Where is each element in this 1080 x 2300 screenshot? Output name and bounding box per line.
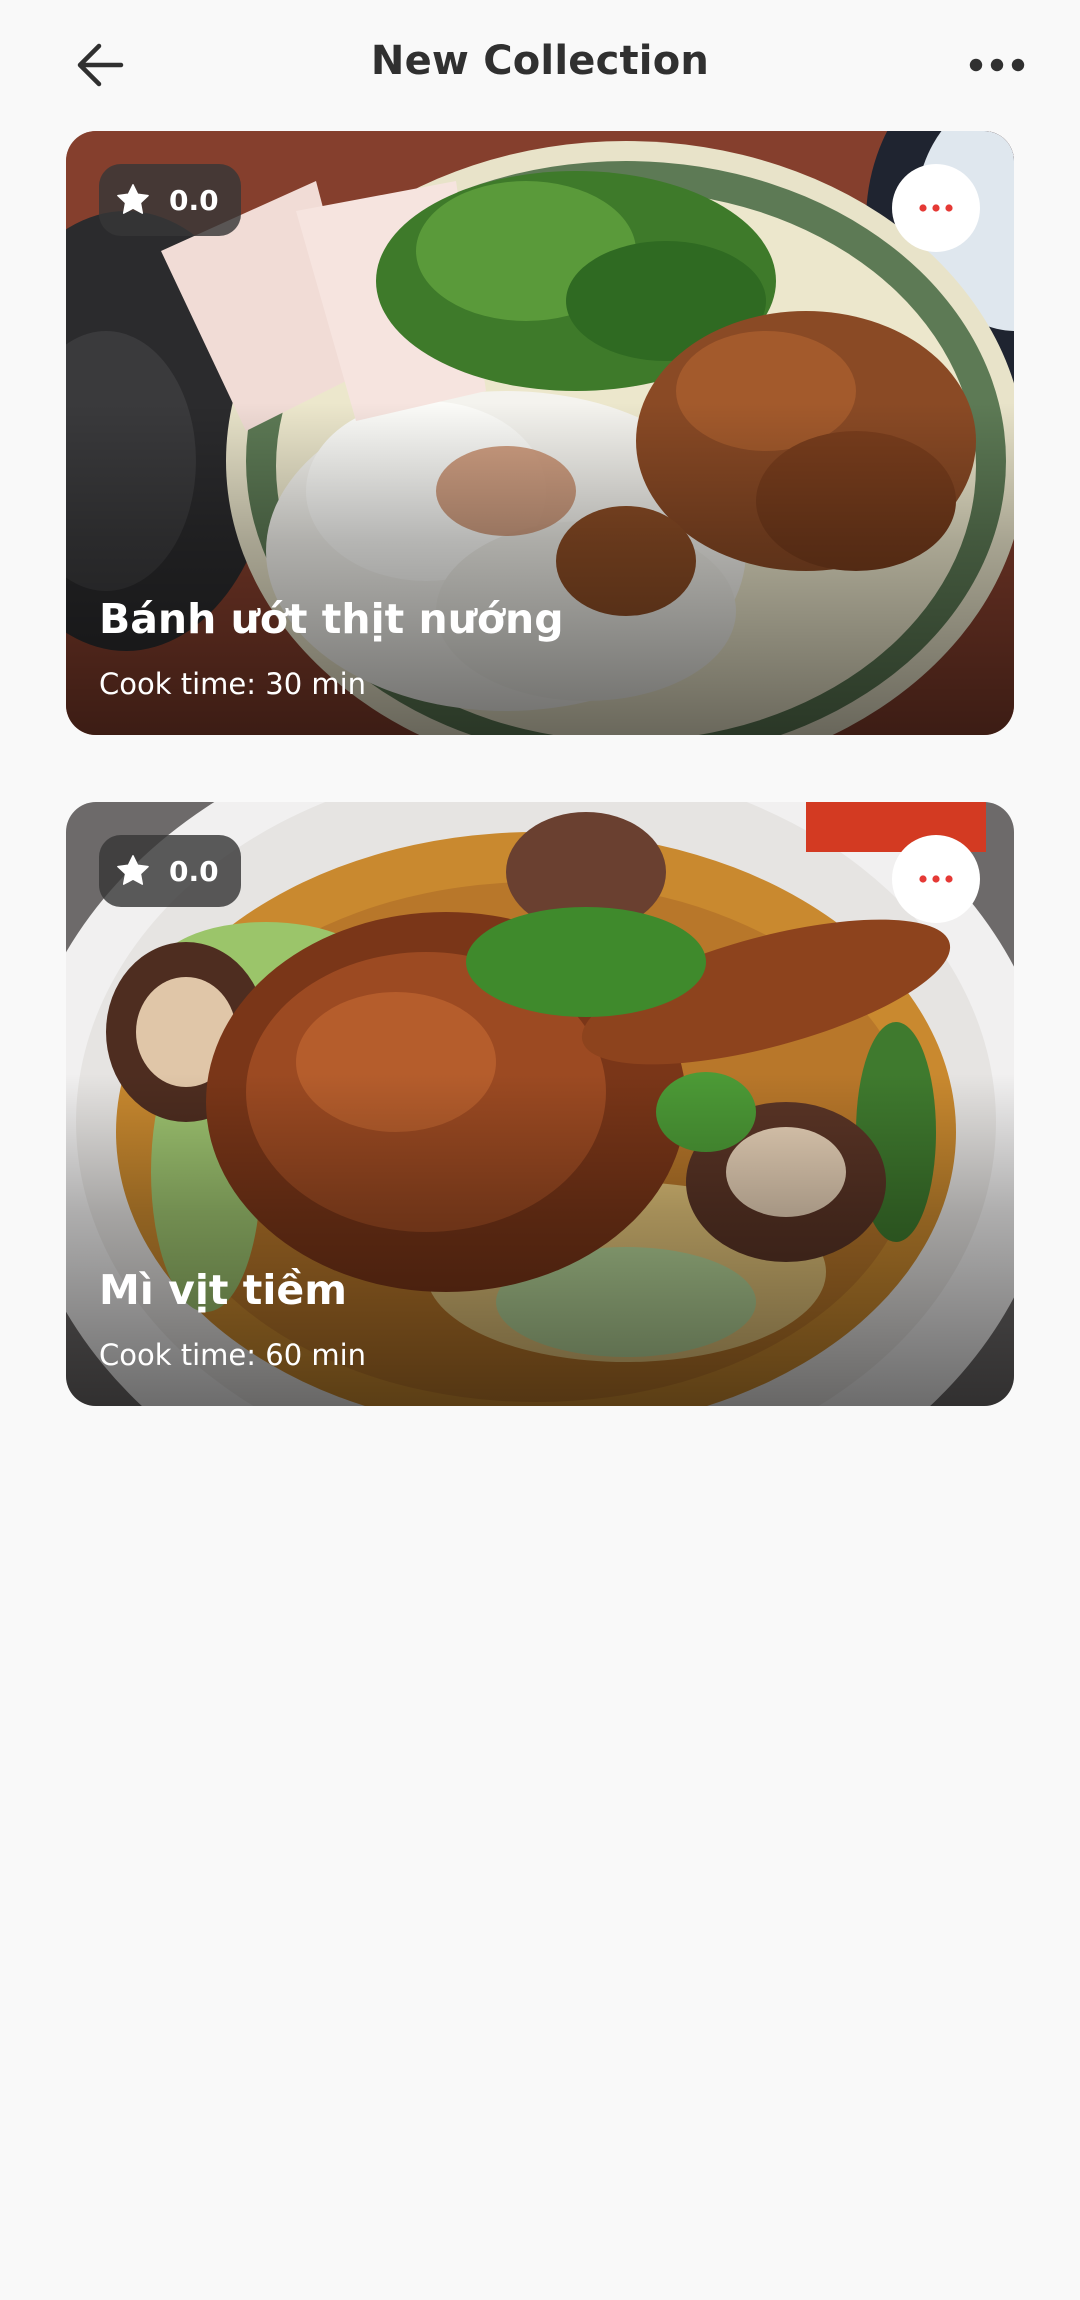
- more-horizontal-icon: [969, 58, 1025, 72]
- recipe-options-button[interactable]: [892, 835, 980, 923]
- page-title: New Collection: [370, 38, 710, 84]
- star-icon: [117, 855, 149, 885]
- top-app-bar: New Collection: [0, 0, 1080, 130]
- cook-time: Cook time: 30 min: [99, 667, 367, 701]
- recipe-name: Mì vịt tiềm: [99, 1266, 347, 1314]
- cook-time: Cook time: 60 min: [99, 1338, 367, 1372]
- more-horizontal-icon: [919, 875, 953, 883]
- more-options-button[interactable]: [958, 40, 1036, 90]
- more-horizontal-icon: [919, 204, 953, 212]
- rating-value: 0.0: [169, 854, 219, 888]
- rating-value: 0.0: [169, 183, 219, 217]
- recipe-options-button[interactable]: [892, 164, 980, 252]
- rating-badge: 0.0: [99, 164, 241, 236]
- rating-badge: 0.0: [99, 835, 241, 907]
- recipe-card[interactable]: 0.0 Mì vịt tiềm Cook time: 60 min: [66, 802, 1014, 1406]
- recipe-card[interactable]: 0.0 Bánh ướt thịt nướng Cook time: 30 mi…: [66, 131, 1014, 735]
- recipe-name: Bánh ướt thịt nướng: [99, 595, 564, 643]
- star-icon: [117, 184, 149, 214]
